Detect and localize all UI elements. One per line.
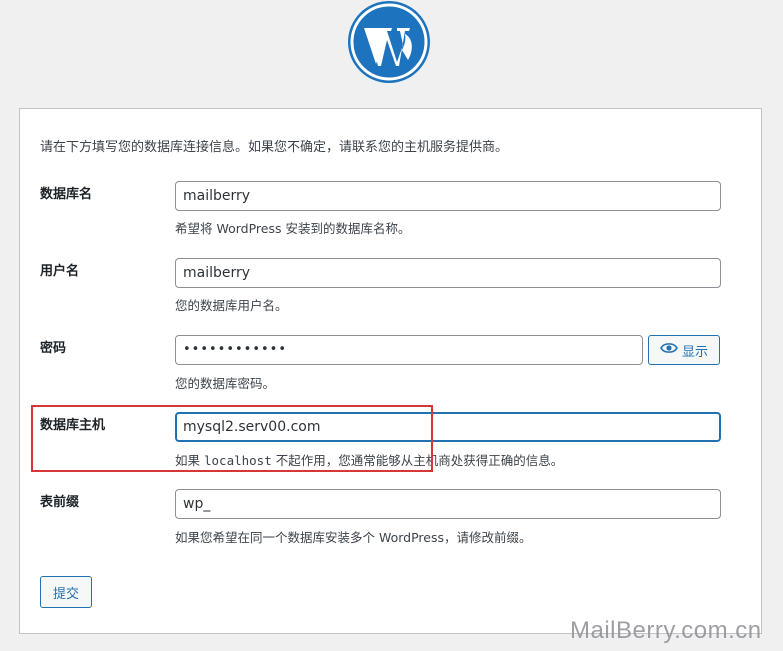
- dbhost-help: 如果 localhost 不起作用，您通常能够从主机商处获得正确的信息。: [175, 450, 563, 469]
- eye-icon: [660, 342, 678, 358]
- username-help: 您的数据库用户名。: [175, 298, 288, 313]
- intro-text: 请在下方填写您的数据库连接信息。如果您不确定，请联系您的主机服务提供商。: [40, 140, 509, 155]
- password-input[interactable]: ••••••••••••: [175, 335, 643, 365]
- submit-button[interactable]: 提交: [40, 576, 92, 608]
- watermark: MailBerry.com.cn: [570, 617, 762, 644]
- dbhost-help-prefix: 如果: [175, 453, 201, 468]
- dbhost-input[interactable]: mysql2.serv00.com: [175, 412, 721, 442]
- wordpress-logo-icon[interactable]: [347, 0, 431, 84]
- dbname-label: 数据库名: [40, 187, 93, 202]
- password-help: 您的数据库密码。: [175, 376, 276, 391]
- username-input[interactable]: mailberry: [175, 258, 721, 288]
- show-password-button[interactable]: 显示: [648, 335, 720, 365]
- dbhost-label: 数据库主机: [40, 418, 106, 433]
- prefix-help: 如果您希望在同一个数据库安装多个 WordPress，请修改前缀。: [175, 530, 532, 545]
- username-label: 用户名: [40, 264, 80, 279]
- show-password-label: 显示: [681, 344, 708, 360]
- dbhost-help-code: localhost: [204, 453, 272, 468]
- prefix-label: 表前缀: [40, 495, 80, 510]
- dbname-help: 希望将 WordPress 安装到的数据库名称。: [175, 221, 411, 236]
- dbhost-help-suffix: 不起作用，您通常能够从主机商处获得正确的信息。: [275, 453, 564, 468]
- dbname-input[interactable]: mailberry: [175, 181, 721, 211]
- prefix-input[interactable]: wp_: [175, 489, 721, 519]
- password-label: 密码: [40, 341, 67, 356]
